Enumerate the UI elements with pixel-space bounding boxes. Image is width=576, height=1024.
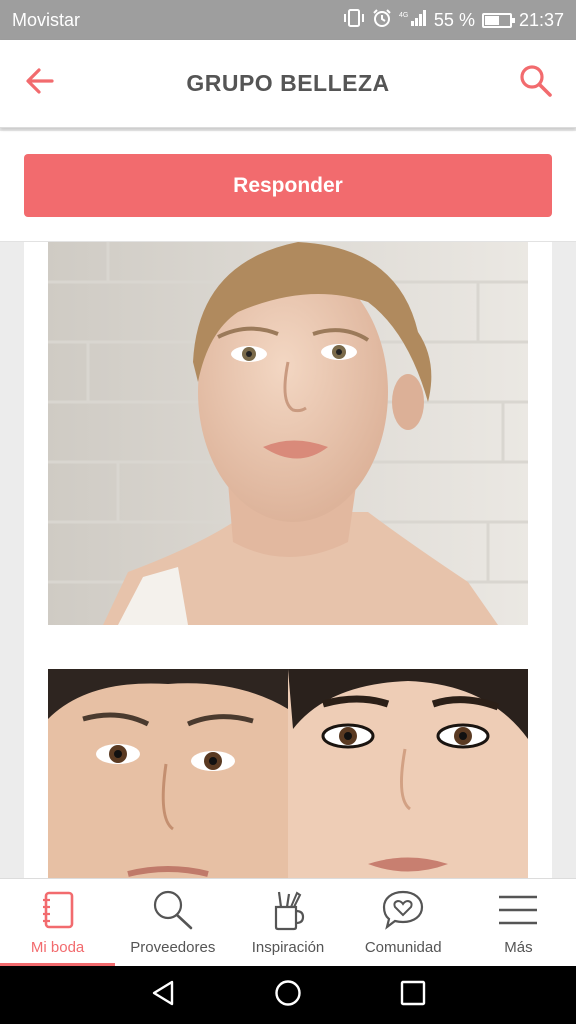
nav-proveedores[interactable]: Proveedores — [115, 879, 230, 966]
search-icon — [518, 63, 554, 104]
app-header: GRUPO BELLEZA — [0, 40, 576, 128]
nav-label: Más — [504, 939, 533, 956]
reply-bar: Responder — [0, 131, 576, 242]
menu-icon — [497, 888, 539, 932]
reply-button[interactable]: Responder — [24, 154, 552, 217]
system-home-button[interactable] — [263, 970, 313, 1020]
before-after-makeup-photo — [48, 669, 528, 878]
heart-chat-icon — [381, 888, 425, 932]
nav-comunidad[interactable]: Comunidad — [346, 879, 461, 966]
home-circle-icon — [274, 979, 302, 1012]
arrow-left-icon — [24, 65, 56, 102]
nav-label: Inspiración — [251, 939, 325, 956]
alarm-icon — [372, 8, 392, 32]
system-recents-button[interactable] — [388, 970, 438, 1020]
nav-label: Comunidad — [364, 939, 442, 956]
nav-label: Proveedores — [130, 939, 216, 956]
page-title: GRUPO BELLEZA — [186, 70, 390, 96]
carrier-name: Movistar — [12, 9, 81, 30]
back-triangle-icon — [150, 979, 176, 1012]
system-back-button[interactable] — [138, 970, 188, 1020]
clock: 21:37 — [518, 9, 564, 30]
woman-portrait-photo — [48, 242, 528, 625]
brush-cup-icon — [270, 888, 306, 932]
svg-text:4G: 4G — [399, 12, 408, 19]
nav-inspiracion[interactable]: Inspiración — [230, 879, 345, 966]
system-nav-bar — [0, 966, 576, 1024]
back-button[interactable] — [20, 64, 60, 104]
search-button[interactable] — [516, 64, 556, 104]
notebook-icon — [40, 888, 76, 932]
battery-icon — [481, 12, 515, 28]
bottom-nav: Mi boda Proveedores Inspiración Comunida… — [0, 878, 576, 966]
signal-icon: 4G — [399, 9, 427, 31]
battery-percent: 55 % — [433, 9, 475, 30]
post-content — [24, 242, 552, 878]
nav-label: Mi boda — [30, 939, 85, 956]
nav-mi-boda[interactable]: Mi boda — [0, 879, 116, 966]
nav-mas[interactable]: Más — [461, 879, 576, 966]
magnifier-icon — [151, 888, 195, 932]
recents-square-icon — [400, 980, 426, 1011]
vibrate-icon — [343, 9, 365, 31]
status-bar: Movistar 4G 55 % 21:37 — [0, 0, 576, 40]
